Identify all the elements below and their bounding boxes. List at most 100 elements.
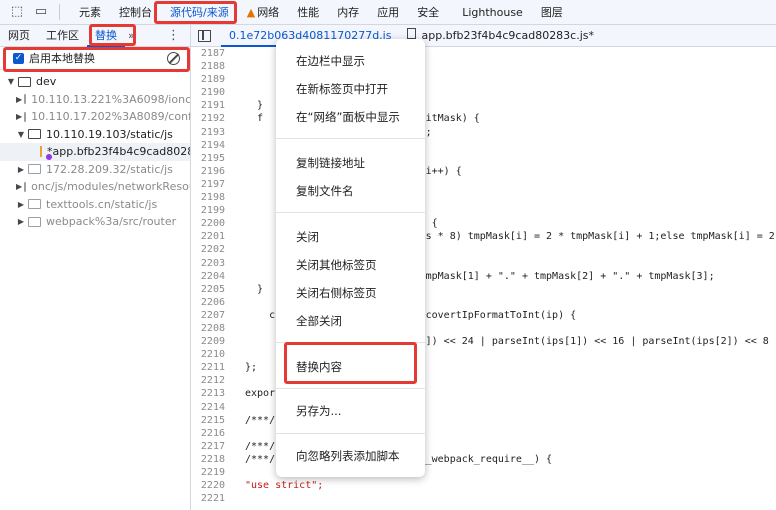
folder-icon — [28, 164, 41, 175]
enable-overrides-row: ✓ 启用本地替换 — [0, 47, 190, 70]
line-number: 2191 — [200, 100, 225, 112]
tree-item-label: *app.bfb23f4b4c9cad80283 — [47, 145, 190, 159]
menu-save-as[interactable]: 另存为... — [296, 403, 341, 419]
menu-open-in-new-tab[interactable]: 在新标签页中打开 — [296, 81, 388, 97]
menu-close-others[interactable]: 关闭其他标签页 — [296, 257, 377, 273]
tree-folder[interactable]: ▶ 172.28.209.32/static/js — [0, 161, 190, 179]
line-number: 2208 — [200, 322, 225, 334]
line-number: 2210 — [200, 349, 225, 361]
menu-close[interactable]: 关闭 — [296, 229, 319, 245]
element-picker-icon[interactable]: ⬚ — [9, 4, 25, 20]
kebab-menu-icon[interactable]: ⋮ — [167, 28, 180, 43]
code-text: }; — [245, 362, 258, 374]
tree-item-label: webpack%3a/src/router — [46, 215, 177, 229]
code-text: } — [245, 100, 264, 112]
tree-item-label: 10.110.13.221%3A6098/ionc — [31, 92, 190, 106]
tab-lighthouse[interactable]: Lighthouse — [448, 0, 532, 25]
tab-elements[interactable]: 元素 — [70, 0, 110, 25]
code-text: /***/ — [245, 414, 276, 426]
collapse-arrow-icon: ▶ — [17, 217, 25, 227]
menu-copy-file-name[interactable]: 复制文件名 — [296, 183, 354, 199]
tree-folder[interactable]: ▶ webpack%3a/src/router — [0, 213, 190, 231]
subtab-page[interactable]: 网页 — [0, 25, 38, 47]
tree-file-selected[interactable]: *app.bfb23f4b4c9cad80283 — [0, 143, 190, 161]
subtab-overrides[interactable]: 替换 — [87, 25, 125, 47]
line-number: 2220 — [200, 480, 225, 492]
line-number: 2195 — [200, 152, 225, 164]
enable-overrides-label: 启用本地替换 — [29, 52, 95, 65]
line-number: 2193 — [200, 126, 225, 138]
line-number: 2209 — [200, 336, 225, 348]
line-number: 2206 — [200, 296, 225, 308]
menu-override-content[interactable]: 替换内容 — [296, 359, 342, 375]
tree-item-label: 10.110.17.202%3A8089/config — [31, 110, 190, 124]
menu-copy-link-address[interactable]: 复制链接地址 — [296, 155, 365, 171]
folder-icon — [28, 129, 41, 140]
menu-add-to-ignore-list[interactable]: 向忽略列表添加脚本 — [296, 448, 400, 464]
tab-network[interactable]: ▲ 网络 — [238, 0, 288, 25]
file-icon — [407, 27, 417, 39]
line-number: 2202 — [200, 244, 225, 256]
line-number: 2221 — [200, 493, 225, 505]
tree-folder[interactable]: ▼ 10.110.19.103/static/js — [0, 126, 190, 144]
clear-overrides-icon[interactable] — [167, 51, 180, 65]
tab-performance[interactable]: 性能 — [288, 0, 328, 25]
line-number: 2192 — [200, 113, 225, 125]
tab-application[interactable]: 应用 — [368, 0, 408, 25]
tab-security[interactable]: 安全 — [408, 0, 448, 25]
collapse-arrow-icon: ▶ — [16, 112, 23, 122]
line-number: 2203 — [200, 257, 225, 269]
editor-tab-app[interactable]: app.bfb23f4b4c9cad80283c.js* — [399, 25, 602, 47]
line-number: 2217 — [200, 440, 225, 452]
tab-console[interactable]: 控制台 — [110, 0, 161, 25]
line-number: 2194 — [200, 139, 225, 151]
warning-icon: ▲ — [246, 5, 256, 19]
tab-layers[interactable]: 图层 — [532, 0, 572, 25]
tab-memory[interactable]: 内存 — [328, 0, 368, 25]
tree-folder-dev[interactable]: ▼ dev — [0, 73, 190, 91]
editor-tab-app-label: app.bfb23f4b4c9cad80283c.js* — [421, 28, 595, 42]
collapse-arrow-icon: ▶ — [17, 199, 25, 209]
line-number: 2196 — [200, 165, 225, 177]
menu-divider — [276, 388, 425, 389]
line-number: 2212 — [200, 375, 225, 387]
line-number: 2190 — [200, 87, 225, 99]
menu-close-all[interactable]: 全部关闭 — [296, 313, 342, 329]
code-line: 2220 "use strict"; — [191, 479, 776, 492]
menu-close-to-right[interactable]: 关闭右侧标签页 — [296, 285, 377, 301]
tree-item-label: 172.28.209.32/static/js — [46, 162, 173, 176]
line-number: 2198 — [200, 192, 225, 204]
subtab-workspace[interactable]: 工作区 — [38, 25, 87, 47]
tree-folder[interactable]: ▶ 10.110.13.221%3A6098/ionc — [0, 91, 190, 109]
line-number: 2205 — [200, 283, 225, 295]
line-number: 2200 — [200, 218, 225, 230]
enable-overrides-checkbox[interactable]: ✓ — [13, 52, 24, 64]
expand-arrow-icon: ▼ — [7, 77, 15, 87]
tree-item-label: 10.110.19.103/static/js — [46, 127, 173, 141]
line-number: 2214 — [200, 401, 225, 413]
more-tabs-chevron-icon[interactable]: » — [125, 29, 138, 42]
folder-icon — [28, 216, 41, 227]
overrides-tree: ▼ dev ▶ 10.110.13.221%3A6098/ionc ▶ 10.1… — [0, 70, 190, 231]
device-toggle-icon[interactable]: ▭ — [33, 4, 49, 20]
tree-folder[interactable]: ▶ texttools.cn/static/js — [0, 196, 190, 214]
menu-reveal-in-network[interactable]: 在“网络”面板中显示 — [296, 109, 400, 125]
menu-reveal-in-sidebar[interactable]: 在边栏中显示 — [296, 53, 365, 69]
tree-folder[interactable]: ▶ onc/js/modules/networkResou — [0, 178, 190, 196]
tree-folder[interactable]: ▶ 10.110.17.202%3A8089/config — [0, 108, 190, 126]
folder-icon — [28, 199, 41, 210]
toggle-navigator-icon[interactable] — [198, 29, 211, 42]
menu-divider — [276, 433, 425, 434]
tab-sources[interactable]: 源代码/来源 — [161, 0, 238, 25]
collapse-arrow-icon: ▶ — [16, 182, 23, 192]
sources-navigator: 网页 工作区 替换 » ⋮ ✓ 启用本地替换 ▼ dev ▶ 10.110.13… — [0, 25, 191, 510]
